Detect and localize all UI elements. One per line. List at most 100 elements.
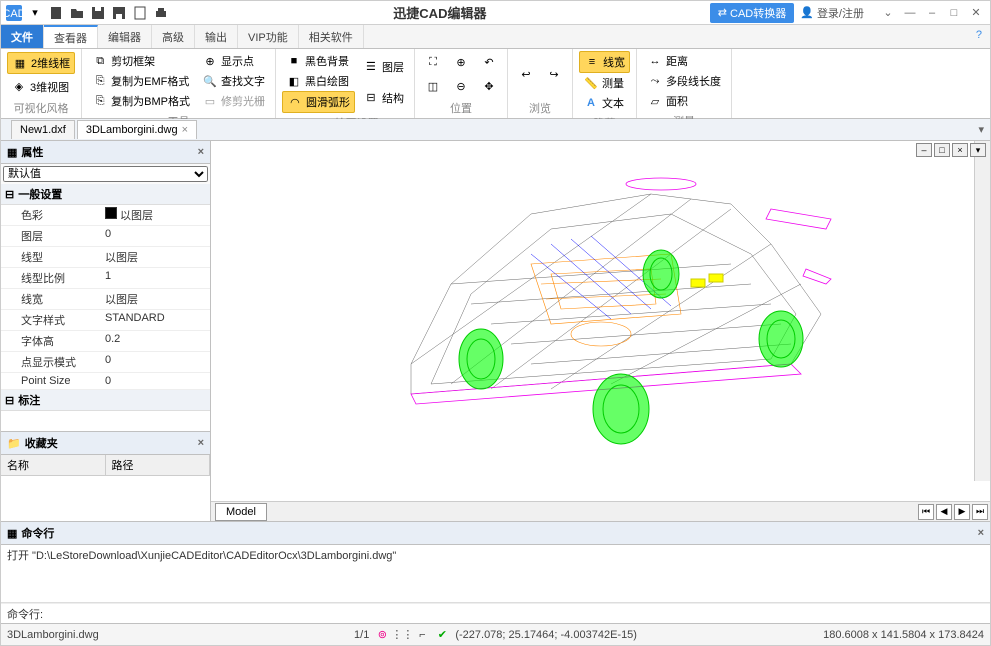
- menu-tab-vip[interactable]: VIP功能: [238, 25, 299, 48]
- panel-close-icon[interactable]: ×: [198, 437, 204, 449]
- minimize-ribbon-icon[interactable]: —: [900, 4, 920, 22]
- property-value[interactable]: 0: [101, 373, 210, 389]
- model-tab[interactable]: Model: [215, 503, 267, 521]
- cad-convert-button[interactable]: ⇄CAD转换器: [710, 3, 794, 23]
- btn-zoom-extents[interactable]: ⛶: [421, 53, 445, 73]
- btn-layers[interactable]: ☰图层: [359, 57, 408, 77]
- property-row[interactable]: 文字样式STANDARD: [1, 310, 210, 331]
- property-value[interactable]: 以图层: [101, 205, 210, 225]
- nav-next-icon[interactable]: ▶: [954, 504, 970, 520]
- btn-smooth-arc[interactable]: ◠圆滑弧形: [282, 91, 355, 113]
- property-row[interactable]: 线型以图层: [1, 247, 210, 268]
- viewport-max-icon[interactable]: □: [934, 143, 950, 157]
- property-row[interactable]: 线宽以图层: [1, 289, 210, 310]
- btn-linewidth[interactable]: ≡线宽: [579, 51, 630, 73]
- property-row[interactable]: 线型比例1: [1, 268, 210, 289]
- osnap-icon[interactable]: ✔: [435, 628, 449, 642]
- maximize-icon[interactable]: □: [944, 4, 964, 22]
- menu-tab-editor[interactable]: 编辑器: [98, 25, 152, 48]
- btn-find-text[interactable]: 🔍查找文字: [198, 71, 269, 91]
- btn-zoom-pan[interactable]: ✥: [477, 76, 501, 96]
- close-icon[interactable]: ✕: [966, 4, 986, 22]
- viewport-min-icon[interactable]: –: [916, 143, 932, 157]
- doctabs-dropdown-icon[interactable]: ▾: [972, 123, 990, 136]
- inbox-icon[interactable]: ⌄: [878, 4, 898, 22]
- nav-last-icon[interactable]: ⏭: [972, 504, 988, 520]
- qat-dropdown-icon[interactable]: ▾: [26, 4, 44, 22]
- property-row[interactable]: Point Size0: [1, 373, 210, 390]
- command-input[interactable]: [47, 608, 984, 620]
- property-value[interactable]: 0: [101, 352, 210, 372]
- btn-structure[interactable]: ⊟结构: [359, 88, 408, 108]
- btn-copy-emf[interactable]: ⎘复制为EMF格式: [88, 71, 194, 91]
- nav-first-icon[interactable]: ⏮: [918, 504, 934, 520]
- panel-close-icon[interactable]: ×: [978, 527, 984, 539]
- property-row[interactable]: 字体高0.2: [1, 331, 210, 352]
- panel-close-icon[interactable]: ×: [198, 146, 204, 158]
- help-icon[interactable]: ?: [968, 25, 990, 48]
- open-folder-icon[interactable]: [68, 4, 86, 22]
- btn-zoom-prev[interactable]: ↶: [477, 53, 501, 73]
- command-log[interactable]: 打开 "D:\LeStoreDownload\XunjieCADEditor\C…: [1, 545, 990, 603]
- snap-icon[interactable]: ⊚: [375, 628, 389, 642]
- property-row[interactable]: 点显示模式0: [1, 352, 210, 373]
- property-row[interactable]: 图层0: [1, 226, 210, 247]
- grid-icon[interactable]: ⋮⋮: [395, 628, 409, 642]
- nav-prev-icon[interactable]: ◀: [936, 504, 952, 520]
- btn-zoom-in[interactable]: ⊕: [449, 53, 473, 73]
- property-key: 线型比例: [1, 268, 101, 288]
- menu-tab-output[interactable]: 输出: [195, 25, 238, 48]
- fav-col-name[interactable]: 名称: [1, 455, 106, 475]
- btn-area[interactable]: ▱面积: [643, 91, 725, 111]
- document-tab[interactable]: 3DLamborgini.dwg×: [77, 120, 197, 139]
- menu-tab-advanced[interactable]: 高级: [152, 25, 195, 48]
- btn-show-points[interactable]: ⊕显示点: [198, 51, 269, 71]
- close-tab-icon[interactable]: ×: [182, 124, 188, 136]
- btn-bw-draw[interactable]: ◧黑白绘图: [282, 71, 355, 91]
- save-as-icon[interactable]: [110, 4, 128, 22]
- document-tab[interactable]: New1.dxf: [11, 120, 75, 139]
- save-icon[interactable]: [89, 4, 107, 22]
- btn-distance[interactable]: ↔距离: [643, 51, 725, 71]
- btn-3d-view[interactable]: ◈3维视图: [7, 77, 75, 97]
- property-value[interactable]: 0.2: [101, 331, 210, 351]
- btn-polyline-length[interactable]: ⤳多段线长度: [643, 71, 725, 91]
- btn-zoom-out[interactable]: ⊖: [449, 76, 473, 96]
- btn-undo[interactable]: ↩: [514, 65, 538, 85]
- ortho-icon[interactable]: ⌐: [415, 628, 429, 642]
- property-value[interactable]: 1: [101, 268, 210, 288]
- btn-2d-wireframe[interactable]: ▦2维线框: [7, 52, 75, 74]
- menu-tab-related[interactable]: 相关软件: [299, 25, 364, 48]
- property-value[interactable]: 以图层: [101, 247, 210, 267]
- print-icon[interactable]: [152, 4, 170, 22]
- canvas[interactable]: [211, 141, 990, 501]
- property-select-dropdown[interactable]: 默认值: [3, 166, 208, 182]
- viewport-close-icon[interactable]: ×: [952, 143, 968, 157]
- prop-section-annotation[interactable]: ⊟标注: [1, 390, 210, 411]
- property-value[interactable]: STANDARD: [101, 310, 210, 330]
- viewport-dd-icon[interactable]: ▾: [970, 143, 986, 157]
- menu-tab-file[interactable]: 文件: [1, 25, 44, 48]
- export-icon[interactable]: [131, 4, 149, 22]
- property-selector[interactable]: 默认值: [3, 166, 208, 182]
- menu-tab-viewer[interactable]: 查看器: [44, 25, 98, 48]
- copy-icon: ⎘: [92, 73, 108, 89]
- btn-measure[interactable]: 📏测量: [579, 73, 630, 93]
- minimize-icon[interactable]: –: [922, 4, 942, 22]
- btn-redo[interactable]: ↪: [542, 65, 566, 85]
- btn-copy-bmp[interactable]: ⎘复制为BMP格式: [88, 91, 194, 111]
- vertical-scrollbar[interactable]: [974, 141, 990, 481]
- btn-text[interactable]: A文本: [579, 93, 630, 113]
- new-file-icon[interactable]: [47, 4, 65, 22]
- property-row[interactable]: 色彩 以图层: [1, 205, 210, 226]
- prop-section-general[interactable]: ⊟一般设置: [1, 184, 210, 205]
- btn-zoom-window[interactable]: ◫: [421, 76, 445, 96]
- property-value[interactable]: 以图层: [101, 289, 210, 309]
- login-button[interactable]: 👤登录/注册: [800, 5, 864, 21]
- fav-col-path[interactable]: 路径: [106, 455, 211, 475]
- btn-black-bg[interactable]: ■黑色背景: [282, 51, 355, 71]
- properties-grid: ⊟一般设置 色彩 以图层图层0线型以图层线型比例1线宽以图层文字样式STANDA…: [1, 184, 210, 432]
- btn-trim-raster[interactable]: ▭修剪光栅: [198, 91, 269, 111]
- btn-clip-frame[interactable]: ⧉剪切框架: [88, 51, 194, 71]
- property-value[interactable]: 0: [101, 226, 210, 246]
